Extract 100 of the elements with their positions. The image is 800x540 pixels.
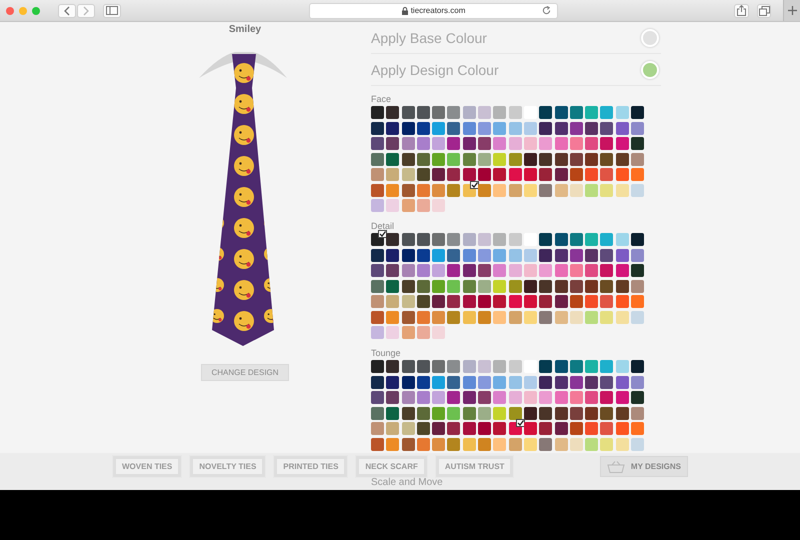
color-swatch[interactable] (508, 184, 522, 196)
color-swatch[interactable] (539, 310, 552, 324)
color-swatch[interactable] (600, 122, 614, 134)
color-swatch[interactable] (616, 422, 629, 435)
color-swatch[interactable] (386, 264, 400, 277)
color-swatch[interactable] (570, 137, 583, 150)
color-swatch[interactable] (478, 152, 492, 166)
color-swatch[interactable] (600, 310, 614, 324)
color-swatch[interactable] (402, 264, 415, 277)
color-swatch[interactable] (616, 152, 629, 166)
reload-icon[interactable] (542, 6, 552, 14)
color-swatch[interactable] (432, 199, 446, 212)
color-swatch[interactable] (585, 422, 598, 435)
color-swatch[interactable] (616, 233, 629, 246)
color-swatch[interactable] (524, 233, 537, 246)
color-swatch[interactable] (386, 280, 400, 292)
color-swatch[interactable] (570, 233, 583, 246)
color-swatch[interactable] (478, 438, 492, 450)
color-swatch[interactable] (478, 406, 492, 420)
forward-button[interactable] (77, 4, 95, 18)
color-swatch[interactable] (416, 438, 430, 450)
color-swatch[interactable] (402, 248, 415, 262)
color-swatch[interactable] (402, 233, 415, 246)
color-swatch[interactable] (539, 233, 552, 246)
color-swatch[interactable] (631, 248, 644, 262)
color-swatch[interactable] (570, 106, 583, 119)
color-swatch[interactable] (371, 184, 384, 196)
color-swatch[interactable] (371, 152, 384, 166)
color-swatch[interactable] (585, 248, 598, 262)
color-swatch[interactable] (493, 168, 506, 181)
color-swatch[interactable] (554, 438, 568, 450)
color-swatch[interactable] (631, 137, 644, 150)
color-swatch[interactable] (447, 122, 460, 134)
color-swatch[interactable] (478, 264, 492, 277)
color-swatch[interactable] (371, 406, 384, 420)
color-swatch[interactable] (570, 168, 583, 181)
toggle-switch[interactable] (641, 28, 659, 46)
color-swatch[interactable] (508, 376, 522, 388)
color-swatch[interactable] (386, 326, 400, 339)
color-swatch[interactable] (478, 360, 492, 373)
color-swatch[interactable] (508, 152, 522, 166)
color-swatch[interactable] (570, 376, 583, 388)
color-swatch[interactable] (616, 137, 629, 150)
color-swatch[interactable] (524, 122, 537, 134)
color-swatch[interactable] (554, 106, 568, 119)
color-swatch[interactable] (570, 406, 583, 420)
color-swatch[interactable] (600, 168, 614, 181)
color-swatch[interactable] (524, 391, 537, 404)
color-swatch[interactable] (539, 168, 552, 181)
color-swatch[interactable] (416, 264, 430, 277)
color-swatch[interactable] (600, 137, 614, 150)
color-swatch[interactable] (539, 406, 552, 420)
zoom-icon[interactable] (32, 6, 40, 14)
color-swatch[interactable] (539, 376, 552, 388)
color-swatch[interactable] (616, 295, 629, 308)
color-swatch[interactable] (478, 391, 492, 404)
color-swatch[interactable] (554, 137, 568, 150)
color-swatch[interactable] (600, 295, 614, 308)
color-swatch[interactable] (616, 376, 629, 388)
color-swatch[interactable] (432, 184, 446, 196)
color-swatch[interactable] (416, 248, 430, 262)
color-swatch[interactable] (539, 184, 552, 196)
color-swatch[interactable] (508, 264, 522, 277)
color-swatch[interactable] (585, 233, 598, 246)
color-swatch[interactable] (539, 248, 552, 262)
color-swatch[interactable] (570, 248, 583, 262)
color-swatch[interactable] (616, 391, 629, 404)
color-swatch[interactable] (462, 391, 476, 404)
color-swatch[interactable] (371, 391, 384, 404)
color-swatch[interactable] (371, 264, 384, 277)
color-swatch[interactable] (508, 310, 522, 324)
color-swatch[interactable] (478, 376, 492, 388)
color-swatch[interactable] (631, 122, 644, 134)
color-swatch[interactable] (478, 280, 492, 292)
color-swatch[interactable] (432, 391, 446, 404)
color-swatch[interactable] (432, 152, 446, 166)
color-swatch[interactable] (493, 310, 506, 324)
color-swatch[interactable] (585, 168, 598, 181)
color-swatch[interactable] (539, 122, 552, 134)
color-swatch[interactable] (524, 248, 537, 262)
color-swatch[interactable] (524, 106, 537, 119)
color-swatch[interactable] (432, 122, 446, 134)
color-swatch[interactable] (371, 376, 384, 388)
color-swatch[interactable] (508, 360, 522, 373)
color-swatch[interactable] (631, 168, 644, 181)
color-swatch[interactable] (554, 360, 568, 373)
color-swatch[interactable] (447, 391, 460, 404)
color-swatch[interactable] (432, 295, 446, 308)
color-swatch[interactable] (600, 264, 614, 277)
color-swatch[interactable] (432, 438, 446, 450)
color-swatch[interactable] (402, 422, 415, 435)
color-swatch[interactable] (539, 137, 552, 150)
color-swatch[interactable] (585, 310, 598, 324)
color-swatch[interactable] (432, 264, 446, 277)
color-swatch[interactable] (600, 438, 614, 450)
color-swatch[interactable] (585, 184, 598, 196)
color-swatch[interactable] (416, 184, 430, 196)
color-swatch[interactable] (447, 233, 460, 246)
color-swatch[interactable] (493, 422, 506, 435)
color-swatch[interactable] (402, 137, 415, 150)
